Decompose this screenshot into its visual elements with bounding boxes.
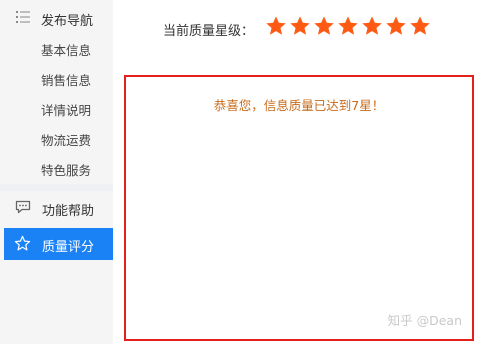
star-icon [410, 16, 430, 35]
star-icon [266, 16, 286, 35]
star-rating [265, 15, 431, 37]
congratulation-message: 恭喜您，信息质量已达到7星！ [213, 98, 385, 113]
sidebar: 发布导航 基本信息 销售信息 详情说明 物流运费 特色服务 功能帮助 质量评分 [0, 0, 113, 344]
result-panel: 恭喜您，信息质量已达到7星！ 知乎 @Dean [124, 75, 474, 341]
sidebar-item-help[interactable]: 功能帮助 [0, 192, 113, 224]
watermark: 知乎 @Dean [387, 313, 462, 328]
star-icon [290, 16, 310, 35]
sidebar-item-sales-info[interactable]: 销售信息 [41, 70, 91, 89]
sidebar-divider [0, 184, 113, 191]
sidebar-item-basic-info[interactable]: 基本信息 [41, 40, 91, 59]
star-icon [338, 16, 358, 35]
publish-nav-label: 发布导航 [41, 14, 94, 29]
chat-icon [15, 200, 31, 214]
star-icon [314, 16, 334, 35]
publish-nav-header[interactable]: 发布导航 [0, 2, 113, 34]
quality-level-label: 当前质量星级： [163, 24, 255, 39]
star-icon [362, 16, 382, 35]
quality-rating-label: 质量评分 [42, 240, 95, 255]
sidebar-item-special-service[interactable]: 特色服务 [41, 160, 91, 179]
sidebar-item-quality-rating[interactable]: 质量评分 [4, 228, 113, 260]
star-outline-icon [14, 235, 31, 251]
list-icon [16, 11, 30, 23]
star-icon [386, 16, 406, 35]
help-label: 功能帮助 [42, 204, 95, 219]
sidebar-item-shipping[interactable]: 物流运费 [41, 130, 91, 149]
sidebar-item-detail-desc[interactable]: 详情说明 [41, 100, 91, 119]
